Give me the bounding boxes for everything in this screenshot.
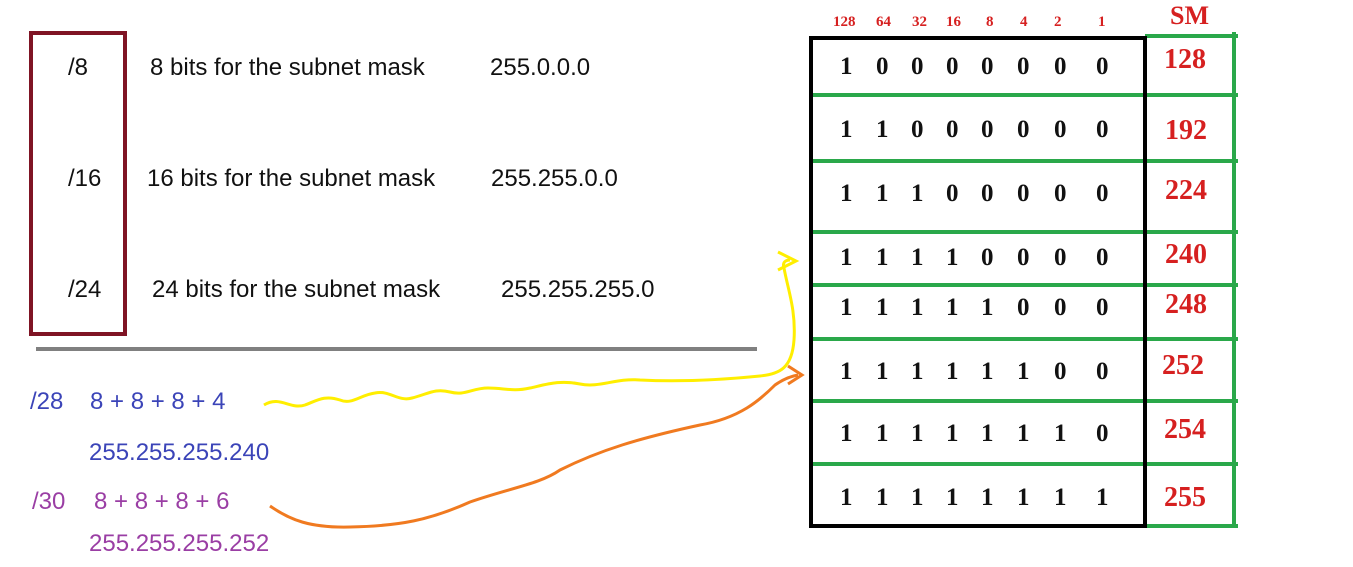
bit-cell: 1	[1017, 358, 1030, 385]
bit-cell: 0	[911, 53, 924, 80]
bit-cell: 0	[1017, 244, 1030, 271]
bit-cell: 0	[876, 53, 889, 80]
bit-cell: 1	[981, 294, 994, 321]
bit-cell: 1	[946, 420, 959, 447]
bit-cell: 1	[840, 53, 853, 80]
orange-arrow	[269, 373, 799, 529]
bit-cell: 1	[1017, 484, 1030, 511]
bit-cell: 1	[876, 358, 889, 385]
bit-cell: 0	[1054, 53, 1067, 80]
bit-cell: 1	[876, 180, 889, 207]
bit-cell: 0	[981, 116, 994, 143]
bit-cell: 1	[946, 484, 959, 511]
bit-cell: 0	[1096, 358, 1109, 385]
bit-cell: 0	[946, 116, 959, 143]
sm-value-248: 248	[1165, 289, 1207, 320]
bit-cell: 1	[981, 358, 994, 385]
bit-cell: 1	[840, 420, 853, 447]
bit-cell: 1	[876, 294, 889, 321]
bit-cell: 1	[840, 116, 853, 143]
bit-cell: 1	[911, 180, 924, 207]
bit-cell: 0	[1054, 294, 1067, 321]
bit-cell: 1	[840, 294, 853, 321]
bit-cell: 0	[1096, 420, 1109, 447]
sm-value-128: 128	[1164, 44, 1206, 75]
bit-cell: 0	[1054, 116, 1067, 143]
bit-cell: 1	[911, 420, 924, 447]
bit-cell: 1	[876, 116, 889, 143]
bit-cell: 0	[946, 180, 959, 207]
bit-cell: 0	[1017, 180, 1030, 207]
bit-cell: 1	[876, 484, 889, 511]
bit-cell: 0	[1017, 53, 1030, 80]
bit-cell: 1	[946, 244, 959, 271]
bit-cell: 0	[1096, 294, 1109, 321]
bit-cell: 0	[911, 116, 924, 143]
bit-cell: 1	[911, 358, 924, 385]
sm-column-frame	[1145, 32, 1238, 528]
bit-cell: 1	[911, 484, 924, 511]
bit-cell: 1	[946, 294, 959, 321]
bit-cell: 1	[840, 484, 853, 511]
bit-cell: 0	[1096, 116, 1109, 143]
bit-cell: 1	[946, 358, 959, 385]
bit-cell: 1	[1054, 420, 1067, 447]
bit-cell: 0	[981, 53, 994, 80]
bit-cell: 0	[1096, 53, 1109, 80]
sm-value-255: 255	[1164, 482, 1206, 513]
bit-cell: 1	[840, 244, 853, 271]
bit-cell: 0	[1054, 358, 1067, 385]
bit-cell: 1	[911, 294, 924, 321]
row-grid-lines	[810, 93, 1238, 466]
bit-cell: 0	[1054, 244, 1067, 271]
table-and-arrows	[263, 32, 1238, 529]
yellow-arrow	[263, 258, 796, 408]
bit-cell: 1	[840, 358, 853, 385]
sm-value-192: 192	[1165, 115, 1207, 146]
bit-cell: 1	[876, 420, 889, 447]
bit-cell: 1	[981, 420, 994, 447]
sm-value-240: 240	[1165, 239, 1207, 270]
bit-cell: 0	[1017, 294, 1030, 321]
bit-cell: 0	[1054, 180, 1067, 207]
sm-value-254: 254	[1164, 414, 1206, 445]
bit-cell: 0	[946, 53, 959, 80]
bit-cell: 0	[1017, 116, 1030, 143]
sm-value-252: 252	[1162, 350, 1204, 381]
bit-cell: 1	[911, 244, 924, 271]
bit-cell: 0	[981, 180, 994, 207]
bit-cell: 0	[981, 244, 994, 271]
bit-cell: 1	[840, 180, 853, 207]
bit-cell: 1	[1096, 484, 1109, 511]
bit-cell: 0	[1096, 244, 1109, 271]
bit-cell: 0	[1096, 180, 1109, 207]
sm-value-224: 224	[1165, 175, 1207, 206]
bit-cell: 1	[1054, 484, 1067, 511]
bit-cell: 1	[981, 484, 994, 511]
bit-cell: 1	[876, 244, 889, 271]
bit-cell: 1	[1017, 420, 1030, 447]
bits-table-border	[809, 36, 1147, 528]
